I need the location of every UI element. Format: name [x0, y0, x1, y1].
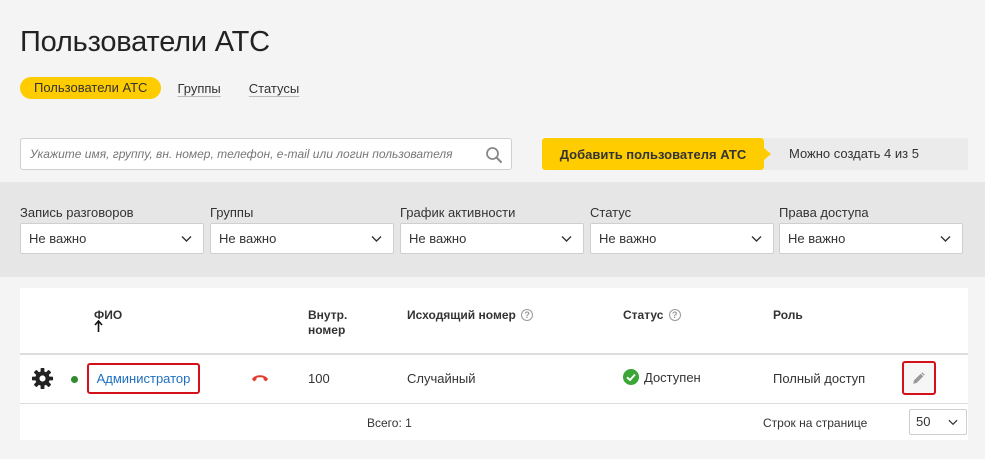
status-text: Доступен: [644, 369, 701, 385]
rows-per-page-label: Строк на странице: [763, 416, 868, 430]
help-icon[interactable]: ?: [668, 309, 681, 321]
filter-call-recording: Запись разговоров Не важно: [20, 205, 204, 254]
filter-label: Запись разговоров: [20, 205, 134, 220]
filter-value: Не важно: [29, 231, 87, 246]
filter-label: Права доступа: [779, 205, 869, 220]
filter-value: Не важно: [788, 231, 846, 246]
column-header-role: Роль: [773, 308, 803, 322]
filter-access-rights-select[interactable]: Не важно: [779, 223, 963, 254]
rows-per-page-value: 50: [916, 414, 931, 429]
column-header-outgoing-label: Исходящий номер: [407, 308, 516, 322]
chevron-down-icon: [371, 236, 382, 242]
filter-access-rights: Права доступа Не важно: [779, 205, 963, 254]
chevron-down-icon: [751, 236, 762, 242]
add-pbx-user-button[interactable]: Добавить пользователя АТС: [542, 138, 764, 170]
filter-value: Не важно: [599, 231, 657, 246]
check-circle-icon: [623, 369, 639, 385]
edit-user-button[interactable]: [902, 361, 936, 395]
online-indicator: [71, 376, 78, 383]
chevron-down-icon: [561, 236, 572, 242]
filter-label: Группы: [210, 205, 254, 220]
tab-statuses[interactable]: Статусы: [249, 81, 299, 96]
filter-groups-select[interactable]: Не важно: [210, 223, 394, 254]
page-title: Пользователи АТС: [20, 26, 270, 58]
table-row: Администратор 100 Случайный Доступен Пол…: [20, 355, 968, 403]
column-header-status: Статус ?: [623, 308, 681, 323]
filter-value: Не важно: [409, 231, 467, 246]
search-input[interactable]: [21, 139, 476, 169]
chevron-down-icon: [940, 236, 951, 242]
sort-arrow-up-icon[interactable]: [94, 320, 103, 332]
search-box: [20, 138, 512, 170]
column-header-status-label: Статус: [623, 308, 664, 322]
pencil-icon: [913, 372, 925, 384]
search-icon[interactable]: [485, 146, 503, 164]
tab-bar: Пользователи АТС Группы Статусы: [20, 77, 327, 99]
tab-groups[interactable]: Группы: [177, 81, 220, 96]
user-name-link[interactable]: Администратор: [87, 363, 200, 394]
row-divider: [20, 403, 968, 404]
gear-icon[interactable]: [31, 367, 54, 390]
filter-status-select[interactable]: Не важно: [590, 223, 774, 254]
filter-label: График активности: [400, 205, 516, 220]
filter-label: Статус: [590, 205, 632, 220]
tab-pbx-users[interactable]: Пользователи АТС: [20, 77, 162, 99]
column-header-extension: Внутр. номер: [308, 308, 347, 338]
filter-activity-schedule: График активности Не важно: [400, 205, 584, 254]
status-cell: Доступен: [623, 369, 701, 385]
user-quota-note: Можно создать 4 из 5: [764, 138, 968, 170]
column-header-outgoing-number: Исходящий номер ?: [407, 308, 534, 323]
outgoing-number-cell: Случайный: [407, 371, 476, 386]
column-header-extension-line2: номер: [308, 323, 346, 337]
help-icon[interactable]: ?: [521, 309, 534, 321]
extension-cell: 100: [308, 371, 330, 386]
chevron-down-icon: [181, 236, 192, 242]
users-table: ФИО Внутр. номер Исходящий номер ? Стату…: [20, 288, 968, 440]
filter-call-recording-select[interactable]: Не важно: [20, 223, 204, 254]
column-header-extension-line1: Внутр.: [308, 308, 348, 322]
rows-per-page-select[interactable]: 50: [909, 409, 967, 435]
filter-value: Не важно: [219, 231, 277, 246]
filter-groups: Группы Не важно: [210, 205, 394, 254]
phone-hangup-icon[interactable]: [250, 370, 270, 386]
filter-status: Статус Не важно: [590, 205, 774, 254]
total-count: Всего: 1: [367, 416, 412, 430]
role-cell: Полный доступ: [773, 371, 866, 386]
filters-panel: Запись разговоров Не важно Группы Не важ…: [0, 182, 985, 277]
chevron-down-icon: [948, 419, 958, 426]
filter-activity-schedule-select[interactable]: Не важно: [400, 223, 584, 254]
